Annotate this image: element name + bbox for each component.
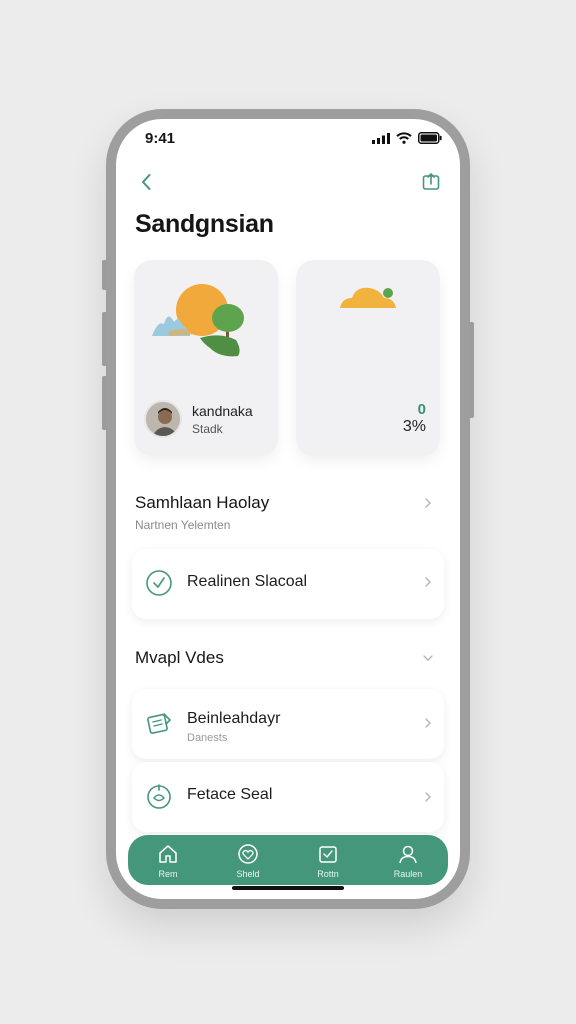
list-item-realinen[interactable]: Realinen Slacoal (132, 549, 444, 619)
document-edit-icon (147, 713, 172, 734)
tab-home[interactable]: Rem (128, 835, 208, 885)
list-item-subtitle: Danests (187, 732, 228, 744)
list-item-label: Fetace Seal (187, 786, 273, 803)
tab-label: Rem (158, 869, 178, 879)
home-icon (159, 845, 177, 863)
section-1-subtitle: Nartnen Yelemten (135, 518, 231, 532)
battery-icon (418, 132, 442, 144)
profile-card[interactable]: kandnaka Stadk (134, 260, 278, 456)
tab-profile[interactable]: Raulen (368, 835, 448, 885)
avatar-person-icon (146, 402, 180, 436)
profile-name: kandnaka (192, 403, 253, 419)
shield-check-icon (146, 570, 172, 596)
calendar-icon (319, 846, 337, 863)
status-icons (372, 132, 442, 144)
tab-label: Sheld (236, 869, 260, 879)
phone-power-button (469, 322, 474, 418)
tab-calendar[interactable]: Rottn (288, 835, 368, 885)
tab-label: Rottn (317, 869, 339, 879)
status-time: 9:41 (145, 130, 176, 147)
stats-card[interactable]: 0 3% (296, 260, 440, 456)
list-item-label: Realinen Slacoal (187, 573, 308, 590)
stat-indicator: 0 (417, 401, 426, 418)
seal-badge-icon (147, 784, 171, 809)
list-item-fetace-seal[interactable]: Fetace Seal (132, 762, 444, 832)
landscape-illustration (152, 284, 244, 357)
profile-icon (399, 845, 417, 864)
avatar (144, 400, 182, 438)
chevron-right-icon (425, 718, 431, 728)
wifi-icon (396, 132, 412, 144)
cloud-illustration (340, 287, 396, 308)
section-1-title: Samhlaan Haolay (135, 493, 270, 512)
chevron-down-icon[interactable] (422, 652, 434, 664)
tab-bar: Rem Sheld Rottn Raulen (128, 835, 448, 885)
chevron-right-icon[interactable] (422, 497, 434, 509)
page-title: Sandgnsian (135, 210, 274, 238)
tab-shield[interactable]: Sheld (208, 835, 288, 885)
phone-volume-up-button (102, 312, 107, 366)
section-2-title: Mvapl Vdes (135, 648, 224, 667)
stat-value: 3% (402, 418, 426, 435)
phone-silent-switch (102, 260, 107, 290)
heart-icon (238, 844, 258, 864)
list-item-beinleahdayr[interactable]: Beinleahdayr Danests (132, 689, 444, 759)
list-item-label: Beinleahdayr (187, 710, 281, 727)
back-chevron-icon[interactable] (136, 171, 158, 193)
phone-volume-down-button (102, 376, 107, 430)
home-indicator (232, 886, 344, 890)
tab-label: Raulen (393, 869, 423, 879)
chevron-right-icon (425, 577, 431, 587)
profile-subtitle: Stadk (192, 422, 223, 436)
chevron-right-icon (425, 792, 431, 802)
signal-icon (372, 132, 390, 144)
phone-screen: 9:41 Sandgnsian kandnaka Stadk 0 3% Samh… (116, 119, 460, 899)
share-icon[interactable] (420, 171, 442, 193)
